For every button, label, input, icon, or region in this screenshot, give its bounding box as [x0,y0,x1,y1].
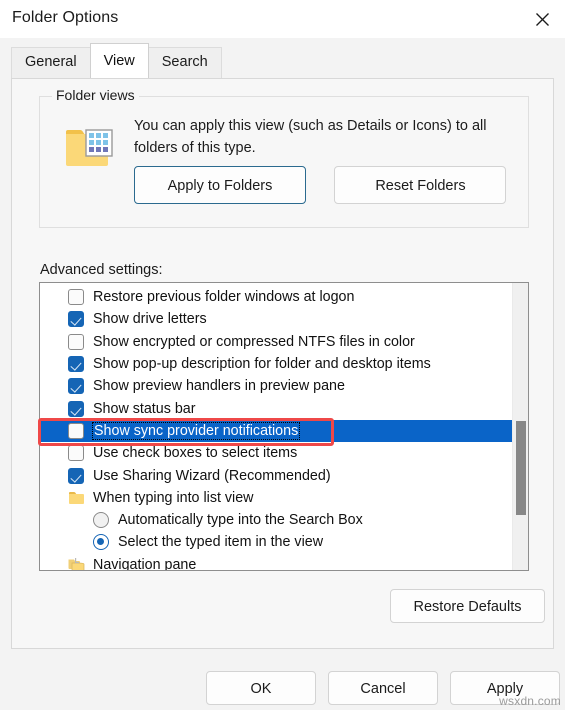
list-item-label: Show encrypted or compressed NTFS files … [93,333,415,350]
list-item-label: Use Sharing Wizard (Recommended) [93,467,331,484]
list-item-label: Use check boxes to select items [93,445,298,462]
list-item-label: Automatically type into the Search Box [118,512,363,529]
advanced-settings-list[interactable]: Restore previous folder windows at logon… [39,282,529,571]
list-item[interactable]: Show preview handlers in preview pane [40,375,513,397]
checkbox-unchecked[interactable] [68,289,84,306]
list-item-label: Restore previous folder windows at logon [93,289,355,306]
radio-selected[interactable] [93,534,109,551]
folder-views-legend: Folder views [52,87,139,103]
folder-views-group: Folder views You can apply this view (su… [39,87,529,228]
list-item[interactable]: Show pop-up description for folder and d… [40,353,513,375]
restore-defaults-button[interactable]: Restore Defaults [390,589,545,623]
list-scrollbar[interactable] [512,283,528,570]
tab-strip: General View Search [0,38,565,78]
list-item[interactable]: When typing into list view [40,487,513,509]
list-item[interactable]: Use check boxes to select items [40,442,513,464]
view-tab-panel: Folder views You can apply this view (su… [11,78,554,649]
checkbox-checked[interactable] [68,311,84,328]
folder-views-description: You can apply this view (such as Details… [134,118,487,156]
checkbox-unchecked[interactable] [68,333,84,350]
navigation-pane-folder-icon [68,557,85,570]
watermark: wsxdn.com [499,694,561,708]
tab-view[interactable]: View [89,43,149,78]
close-button[interactable] [519,0,565,38]
tab-general[interactable]: General [11,47,91,78]
list-item-label: Show drive letters [93,311,207,328]
folder-options-dialog: Folder Options General View Search Folde… [0,0,565,710]
list-item-label: Show sync provider notifications [91,421,301,440]
checkbox-unchecked[interactable] [68,422,84,439]
list-item-label: When typing into list view [93,489,254,506]
list-item[interactable]: Restore previous folder windows at logon [40,286,513,308]
tab-search[interactable]: Search [147,47,222,78]
folder-views-buttons: Apply to Folders Reset Folders [134,166,507,204]
list-item[interactable]: Show status bar [40,397,513,419]
radio-unselected[interactable] [93,512,109,529]
list-item[interactable]: Show drive letters [40,308,513,330]
list-item[interactable]: Show sync provider notifications [40,419,513,443]
list-item[interactable]: Use Sharing Wizard (Recommended) [40,464,513,486]
list-item[interactable]: Navigation pane [40,554,513,571]
checkbox-checked[interactable] [68,378,84,395]
folder-with-icons-view-icon [62,124,118,174]
list-item-label: Select the typed item in the view [118,534,324,551]
checkbox-checked[interactable] [68,356,84,373]
list-item[interactable]: Automatically type into the Search Box [40,509,513,531]
folder-group-icon [68,490,85,506]
list-item-label: Show status bar [93,400,196,417]
list-item-label: Show preview handlers in preview pane [93,378,345,395]
checkbox-checked[interactable] [68,467,84,484]
list-item[interactable]: Select the typed item in the view [40,531,513,553]
list-item-label: Navigation pane [93,556,197,571]
page-title: Folder Options [12,9,119,26]
list-item-label: Show pop-up description for folder and d… [93,356,431,373]
ok-button[interactable]: OK [206,671,316,705]
scrollbar-thumb[interactable] [516,420,526,516]
dialog-footer: OK Cancel Apply [0,661,565,710]
checkbox-checked[interactable] [68,400,84,417]
cancel-button[interactable]: Cancel [328,671,438,705]
close-icon [534,11,551,28]
checkbox-unchecked[interactable] [68,445,84,462]
reset-folders-button[interactable]: Reset Folders [334,166,507,204]
apply-to-folders-button[interactable]: Apply to Folders [134,166,306,204]
advanced-settings-label: Advanced settings: [40,262,163,278]
advanced-settings-rows: Restore previous folder windows at logon… [40,283,513,570]
list-item[interactable]: Show encrypted or compressed NTFS files … [40,331,513,353]
title-bar: Folder Options [0,0,565,38]
